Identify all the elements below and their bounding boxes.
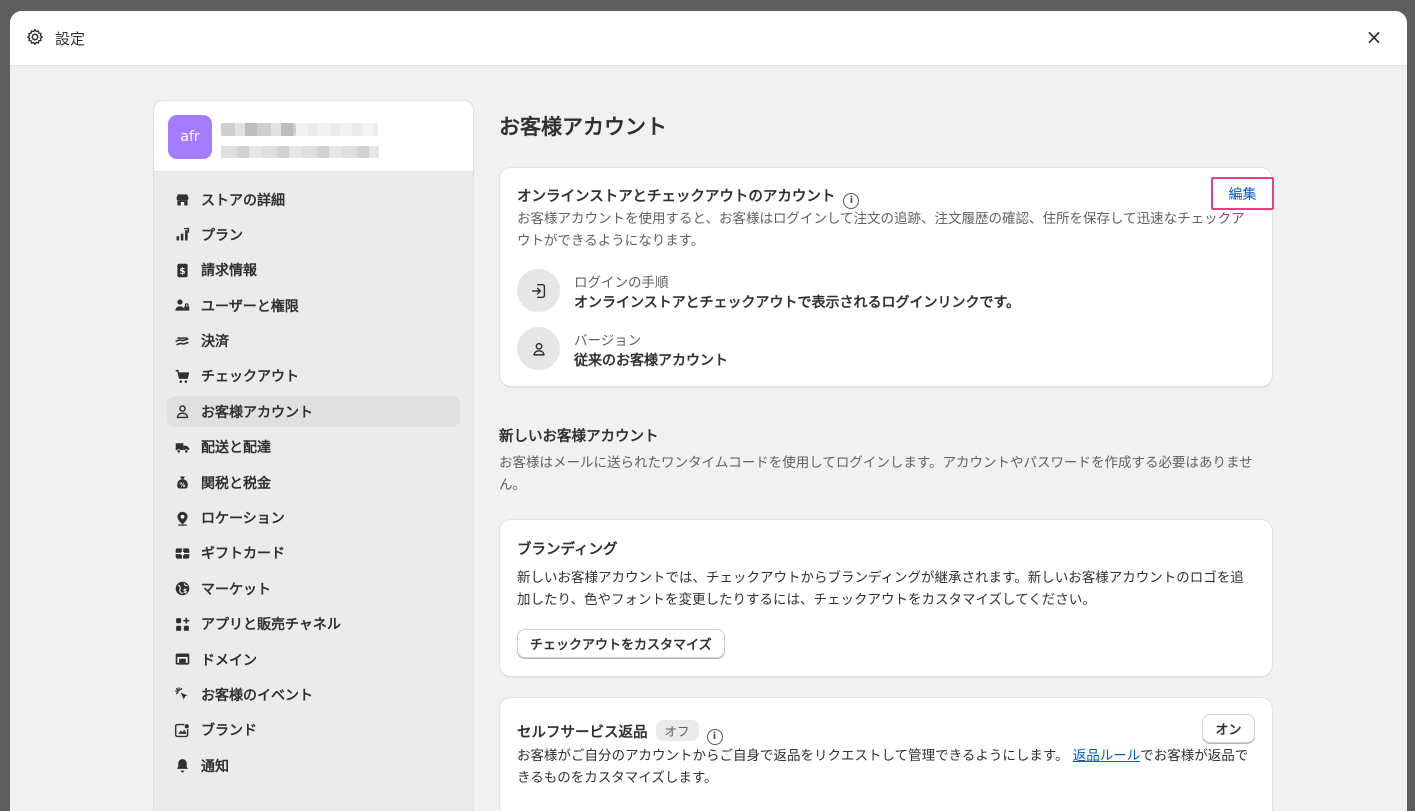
sidebar-item[interactable]: ドメイン [167, 644, 460, 675]
globe-icon: $ [173, 580, 191, 598]
new-accounts-title: 新しいお客様アカウント [499, 429, 659, 445]
sidebar-item[interactable]: 配送と配達 [167, 432, 460, 463]
brand-icon [173, 721, 191, 739]
sidebar-item[interactable]: % 関税と税金 [167, 467, 460, 498]
sidebar-item[interactable]: $ マーケット [167, 573, 460, 604]
self-service-returns-card: セルフサービス返品 オフ i オン お客様がご自分のアカウントからご自身で返品をリク… [499, 697, 1273, 811]
sidebar-item-label: 通知 [201, 758, 229, 775]
sidebar-item[interactable]: ギフトカード [167, 538, 460, 569]
branding-card: ブランディング 新しいお客様アカウントでは、チェックアウトからブランディングが継… [499, 519, 1273, 677]
users-icon [173, 297, 191, 315]
close-icon[interactable]: × [1363, 25, 1385, 49]
page-title: お客様アカウント [499, 115, 667, 139]
redacted-store-domain [221, 146, 379, 158]
info-icon[interactable]: i [706, 729, 723, 745]
tax-icon: % [173, 474, 191, 492]
store-icon [173, 191, 191, 209]
sidebar-nav: ストアの詳細 プラン $ 請求情報ユーザーと権限 決済チェックアウト お客様アカウント 配送… [154, 172, 473, 781]
sidebar-item-label: ドメイン [201, 652, 257, 669]
redacted-store-name [221, 123, 296, 136]
sidebar-item[interactable]: アプリと販売チャネル [167, 609, 460, 640]
svg-text:%: % [179, 482, 185, 489]
sidebar-item-label: お客様のイベント [201, 687, 313, 704]
sidebar-item-label: 決済 [201, 334, 229, 351]
payments-icon [173, 332, 191, 350]
sidebar-item[interactable]: 決済 [167, 326, 460, 357]
branding-title: ブランディング [517, 542, 618, 558]
plan-icon [173, 226, 191, 244]
modal-title: 設定 [55, 30, 86, 48]
svg-text:$: $ [179, 267, 185, 277]
sidebar-item[interactable]: ユーザーと権限 [167, 290, 460, 321]
location-icon [173, 509, 191, 527]
store-selector[interactable]: afr [154, 101, 473, 172]
sidebar-item-label: ロケーション [201, 511, 285, 528]
accounts-card-title: オンラインストアとチェックアウトのアカウント i [517, 185, 860, 209]
sidebar-item-label: ブランド [201, 723, 257, 740]
sidebar-item[interactable]: お客様のイベント [167, 679, 460, 710]
sidebar-item-label: ユーザーと権限 [201, 298, 299, 315]
redacted-store-name-tail [296, 123, 378, 136]
sidebar-item[interactable]: ストアの詳細 [167, 184, 460, 215]
sidebar-item-label: 関税と税金 [201, 475, 271, 492]
sidebar-item-label: チェックアウト [201, 369, 299, 386]
accounts-card-description: お客様アカウントを使用すると、お客様はログインして注文の追跡、注文履歴の確認、住… [517, 211, 1245, 249]
login-icon [517, 269, 560, 312]
sidebar-item[interactable]: プラン [167, 219, 460, 250]
return-rules-link[interactable]: 返品ルール [1073, 748, 1141, 764]
sidebar-item[interactable]: ブランド [167, 715, 460, 746]
sidebar-item-label: 配送と配達 [201, 440, 271, 457]
modal-header: 設定 × [10, 11, 1407, 66]
sidebar-item-label: プラン [201, 227, 243, 244]
person-icon [517, 327, 560, 370]
sidebar-item-label: マーケット [201, 581, 271, 598]
sidebar-item-label: アプリと販売チャネル [201, 617, 341, 634]
accounts-card: オンラインストアとチェックアウトのアカウント i 編集 お客様アカウントを使用する… [499, 167, 1274, 387]
apps-icon [173, 615, 191, 633]
status-badge: オフ [655, 720, 699, 741]
edit-button[interactable]: 編集 [1211, 177, 1274, 210]
sidebar-item[interactable]: 通知 [167, 750, 460, 781]
svg-text:$: $ [182, 588, 186, 595]
truck-icon [173, 438, 191, 456]
login-steps-label: ログインの手順 [574, 275, 669, 291]
turn-on-button[interactable]: オン [1202, 714, 1255, 743]
sidebar-item-label: ストアの詳細 [201, 192, 285, 209]
new-accounts-description: お客様はメールに送られたワンタイムコードを使用してログインします。アカウントやパ… [499, 455, 1253, 493]
customize-checkout-button[interactable]: チェックアウトをカスタマイズ [517, 629, 725, 658]
login-steps-value: オンラインストアとチェックアウトで表示されるログインリンクです。 [574, 295, 1021, 311]
settings-modal: 設定 × afr ストアの詳細 プラン $ 請求情報 ユーザーと権限 決済 チェックアウトお… [10, 11, 1407, 811]
info-icon[interactable]: i [843, 193, 860, 209]
person-icon [173, 403, 191, 421]
sidebar-item-label: 請求情報 [201, 263, 257, 280]
version-value: 従来のお客様アカウント [574, 353, 728, 369]
cursor-icon [173, 686, 191, 704]
domain-icon [173, 651, 191, 669]
gear-icon [26, 28, 44, 46]
sidebar-item-label: ギフトカード [201, 546, 285, 563]
settings-sidebar: afr ストアの詳細 プラン $ 請求情報ユーザーと権限 決済チェックアウト お客様アカウ… [153, 100, 474, 811]
sidebar-item-label: お客様アカウント [201, 404, 313, 421]
sidebar-item[interactable]: $ 請求情報 [167, 255, 460, 286]
avatar: afr [168, 115, 212, 159]
version-label: バージョン [574, 333, 642, 349]
billing-icon: $ [173, 261, 191, 279]
returns-title: セルフサービス返品 オフ i [517, 720, 723, 745]
sidebar-item[interactable]: チェックアウト [167, 361, 460, 392]
cart-icon [173, 367, 191, 385]
main-content: お客様アカウント オンラインストアとチェックアウトのアカウント i 編集 お客様ア… [499, 100, 1274, 811]
gift-card-icon [173, 544, 191, 562]
sidebar-item[interactable]: ロケーション [167, 503, 460, 534]
sidebar-item[interactable]: お客様アカウント [167, 396, 460, 428]
returns-description: お客様がご自分のアカウントからご自身で返品をリクエストして管理できるようにします… [517, 748, 1249, 786]
bell-icon [173, 757, 191, 775]
branding-description: 新しいお客様アカウントでは、チェックアウトからブランディングが継承されます。新し… [517, 570, 1244, 608]
